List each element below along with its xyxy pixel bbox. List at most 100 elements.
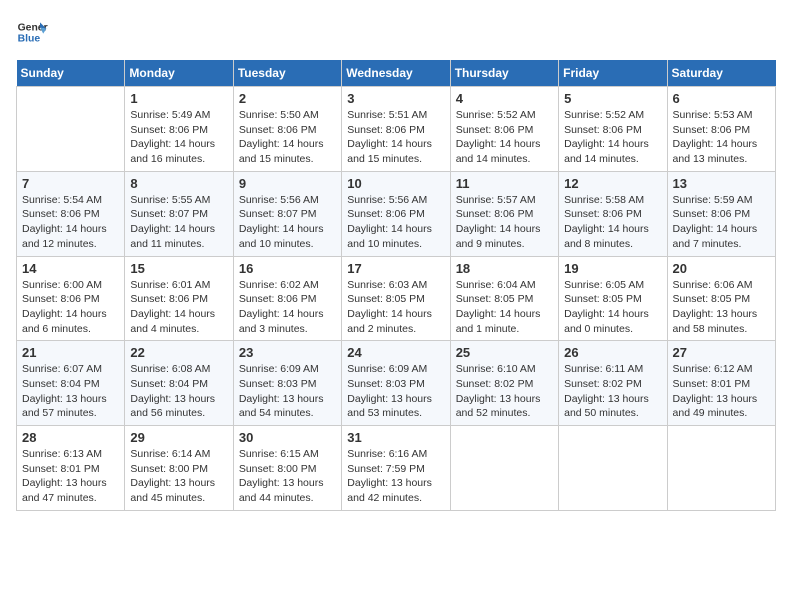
day-number: 27 — [673, 345, 770, 360]
day-info: Sunrise: 6:13 AMSunset: 8:01 PMDaylight:… — [22, 447, 119, 506]
day-info: Sunrise: 6:07 AMSunset: 8:04 PMDaylight:… — [22, 362, 119, 421]
day-number: 4 — [456, 91, 553, 106]
calendar-cell: 15Sunrise: 6:01 AMSunset: 8:06 PMDayligh… — [125, 256, 233, 341]
day-number: 7 — [22, 176, 119, 191]
day-info: Sunrise: 6:05 AMSunset: 8:05 PMDaylight:… — [564, 278, 661, 337]
calendar-cell: 10 Sunrise: 5:56 AMSunset: 8:06 PMDayligh… — [342, 171, 450, 256]
calendar-cell: 26 Sunrise: 6:11 AMSunset: 8:02 PMDayligh… — [559, 341, 667, 426]
day-number: 20 — [673, 261, 770, 276]
calendar-cell — [667, 426, 775, 511]
day-number: 23 — [239, 345, 336, 360]
day-number: 2 — [239, 91, 336, 106]
day-info: Sunrise: 5:53 AMSunset: 8:06 PMDaylight:… — [673, 108, 770, 167]
day-info: Sunrise: 6:09 AMSunset: 8:03 PMDaylight:… — [239, 362, 336, 421]
calendar-week-row: 14 Sunrise: 6:00 AMSunset: 8:06 PMDayligh… — [17, 256, 776, 341]
calendar-cell: 6 Sunrise: 5:53 AMSunset: 8:06 PMDaylight… — [667, 87, 775, 172]
day-info: Sunrise: 6:00 AMSunset: 8:06 PMDaylight:… — [22, 278, 119, 337]
calendar-table: SundayMondayTuesdayWednesdayThursdayFrid… — [16, 60, 776, 511]
day-info: Sunrise: 6:02 AMSunset: 8:06 PMDaylight:… — [239, 278, 336, 337]
calendar-cell: 9 Sunrise: 5:56 AMSunset: 8:07 PMDaylight… — [233, 171, 341, 256]
day-info: Sunrise: 5:59 AMSunset: 8:06 PMDaylight:… — [673, 193, 770, 252]
day-info: Sunrise: 5:56 AMSunset: 8:06 PMDaylight:… — [347, 193, 444, 252]
calendar-cell — [17, 87, 125, 172]
logo: General Blue — [16, 16, 48, 48]
day-info: Sunrise: 6:09 AMSunset: 8:03 PMDaylight:… — [347, 362, 444, 421]
calendar-cell: 19 Sunrise: 6:05 AMSunset: 8:05 PMDayligh… — [559, 256, 667, 341]
calendar-week-row: 7 Sunrise: 5:54 AMSunset: 8:06 PMDaylight… — [17, 171, 776, 256]
calendar-week-row: 21 Sunrise: 6:07 AMSunset: 8:04 PMDayligh… — [17, 341, 776, 426]
calendar-cell: 12 Sunrise: 5:58 AMSunset: 8:06 PMDayligh… — [559, 171, 667, 256]
day-number: 15 — [130, 261, 227, 276]
calendar-cell — [450, 426, 558, 511]
day-number: 9 — [239, 176, 336, 191]
day-info: Sunrise: 6:08 AMSunset: 8:04 PMDaylight:… — [130, 362, 227, 421]
day-info: Sunrise: 6:10 AMSunset: 8:02 PMDaylight:… — [456, 362, 553, 421]
day-info: Sunrise: 5:58 AMSunset: 8:06 PMDaylight:… — [564, 193, 661, 252]
day-of-week-header: Thursday — [450, 60, 558, 87]
day-of-week-header: Saturday — [667, 60, 775, 87]
page-header: General Blue — [16, 16, 776, 48]
day-info: Sunrise: 6:11 AMSunset: 8:02 PMDaylight:… — [564, 362, 661, 421]
day-info: Sunrise: 6:12 AMSunset: 8:01 PMDaylight:… — [673, 362, 770, 421]
calendar-cell: 4 Sunrise: 5:52 AMSunset: 8:06 PMDaylight… — [450, 87, 558, 172]
day-number: 30 — [239, 430, 336, 445]
calendar-cell: 27 Sunrise: 6:12 AMSunset: 8:01 PMDayligh… — [667, 341, 775, 426]
day-number: 10 — [347, 176, 444, 191]
calendar-cell: 25 Sunrise: 6:10 AMSunset: 8:02 PMDayligh… — [450, 341, 558, 426]
day-info: Sunrise: 5:56 AMSunset: 8:07 PMDaylight:… — [239, 193, 336, 252]
calendar-cell: 11 Sunrise: 5:57 AMSunset: 8:06 PMDayligh… — [450, 171, 558, 256]
day-info: Sunrise: 5:49 AMSunset: 8:06 PMDaylight:… — [130, 108, 227, 167]
day-number: 11 — [456, 176, 553, 191]
day-number: 24 — [347, 345, 444, 360]
day-info: Sunrise: 6:15 AMSunset: 8:00 PMDaylight:… — [239, 447, 336, 506]
day-info: Sunrise: 5:50 AMSunset: 8:06 PMDaylight:… — [239, 108, 336, 167]
day-info: Sunrise: 6:04 AMSunset: 8:05 PMDaylight:… — [456, 278, 553, 337]
day-info: Sunrise: 5:57 AMSunset: 8:06 PMDaylight:… — [456, 193, 553, 252]
calendar-cell: 3 Sunrise: 5:51 AMSunset: 8:06 PMDaylight… — [342, 87, 450, 172]
calendar-cell: 21 Sunrise: 6:07 AMSunset: 8:04 PMDayligh… — [17, 341, 125, 426]
day-of-week-header: Tuesday — [233, 60, 341, 87]
day-number: 17 — [347, 261, 444, 276]
day-number: 31 — [347, 430, 444, 445]
day-info: Sunrise: 5:52 AMSunset: 8:06 PMDaylight:… — [456, 108, 553, 167]
calendar-cell — [559, 426, 667, 511]
day-number: 19 — [564, 261, 661, 276]
day-info: Sunrise: 5:52 AMSunset: 8:06 PMDaylight:… — [564, 108, 661, 167]
logo-icon: General Blue — [16, 16, 48, 48]
day-info: Sunrise: 6:14 AMSunset: 8:00 PMDaylight:… — [130, 447, 227, 506]
calendar-cell: 1 Sunrise: 5:49 AMSunset: 8:06 PMDaylight… — [125, 87, 233, 172]
day-info: Sunrise: 5:51 AMSunset: 8:06 PMDaylight:… — [347, 108, 444, 167]
calendar-cell: 29 Sunrise: 6:14 AMSunset: 8:00 PMDayligh… — [125, 426, 233, 511]
day-info: Sunrise: 5:54 AMSunset: 8:06 PMDaylight:… — [22, 193, 119, 252]
svg-text:Blue: Blue — [18, 34, 41, 45]
day-info: Sunrise: 6:03 AMSunset: 8:05 PMDaylight:… — [347, 278, 444, 337]
day-number: 14 — [22, 261, 119, 276]
day-number: 18 — [456, 261, 553, 276]
calendar-header-row: SundayMondayTuesdayWednesdayThursdayFrid… — [17, 60, 776, 87]
day-of-week-header: Wednesday — [342, 60, 450, 87]
calendar-cell: 8Sunrise: 5:55 AMSunset: 8:07 PMDaylight… — [125, 171, 233, 256]
day-number: 22 — [130, 345, 227, 360]
day-info: Sunrise: 6:06 AMSunset: 8:05 PMDaylight:… — [673, 278, 770, 337]
calendar-cell: 31Sunrise: 6:16 AMSunset: 7:59 PMDayligh… — [342, 426, 450, 511]
day-number: 1 — [130, 91, 227, 106]
day-number: 6 — [673, 91, 770, 106]
calendar-week-row: 28 Sunrise: 6:13 AMSunset: 8:01 PMDayligh… — [17, 426, 776, 511]
day-number: 12 — [564, 176, 661, 191]
day-of-week-header: Friday — [559, 60, 667, 87]
day-number: 5 — [564, 91, 661, 106]
calendar-cell: 30 Sunrise: 6:15 AMSunset: 8:00 PMDayligh… — [233, 426, 341, 511]
day-number: 25 — [456, 345, 553, 360]
calendar-week-row: 1 Sunrise: 5:49 AMSunset: 8:06 PMDaylight… — [17, 87, 776, 172]
day-number: 3 — [347, 91, 444, 106]
calendar-cell: 20 Sunrise: 6:06 AMSunset: 8:05 PMDayligh… — [667, 256, 775, 341]
calendar-cell: 14 Sunrise: 6:00 AMSunset: 8:06 PMDayligh… — [17, 256, 125, 341]
calendar-cell: 23 Sunrise: 6:09 AMSunset: 8:03 PMDayligh… — [233, 341, 341, 426]
calendar-cell: 16Sunrise: 6:02 AMSunset: 8:06 PMDayligh… — [233, 256, 341, 341]
calendar-cell: 13Sunrise: 5:59 AMSunset: 8:06 PMDayligh… — [667, 171, 775, 256]
day-number: 29 — [130, 430, 227, 445]
day-number: 28 — [22, 430, 119, 445]
day-number: 21 — [22, 345, 119, 360]
day-number: 26 — [564, 345, 661, 360]
calendar-cell: 18 Sunrise: 6:04 AMSunset: 8:05 PMDayligh… — [450, 256, 558, 341]
